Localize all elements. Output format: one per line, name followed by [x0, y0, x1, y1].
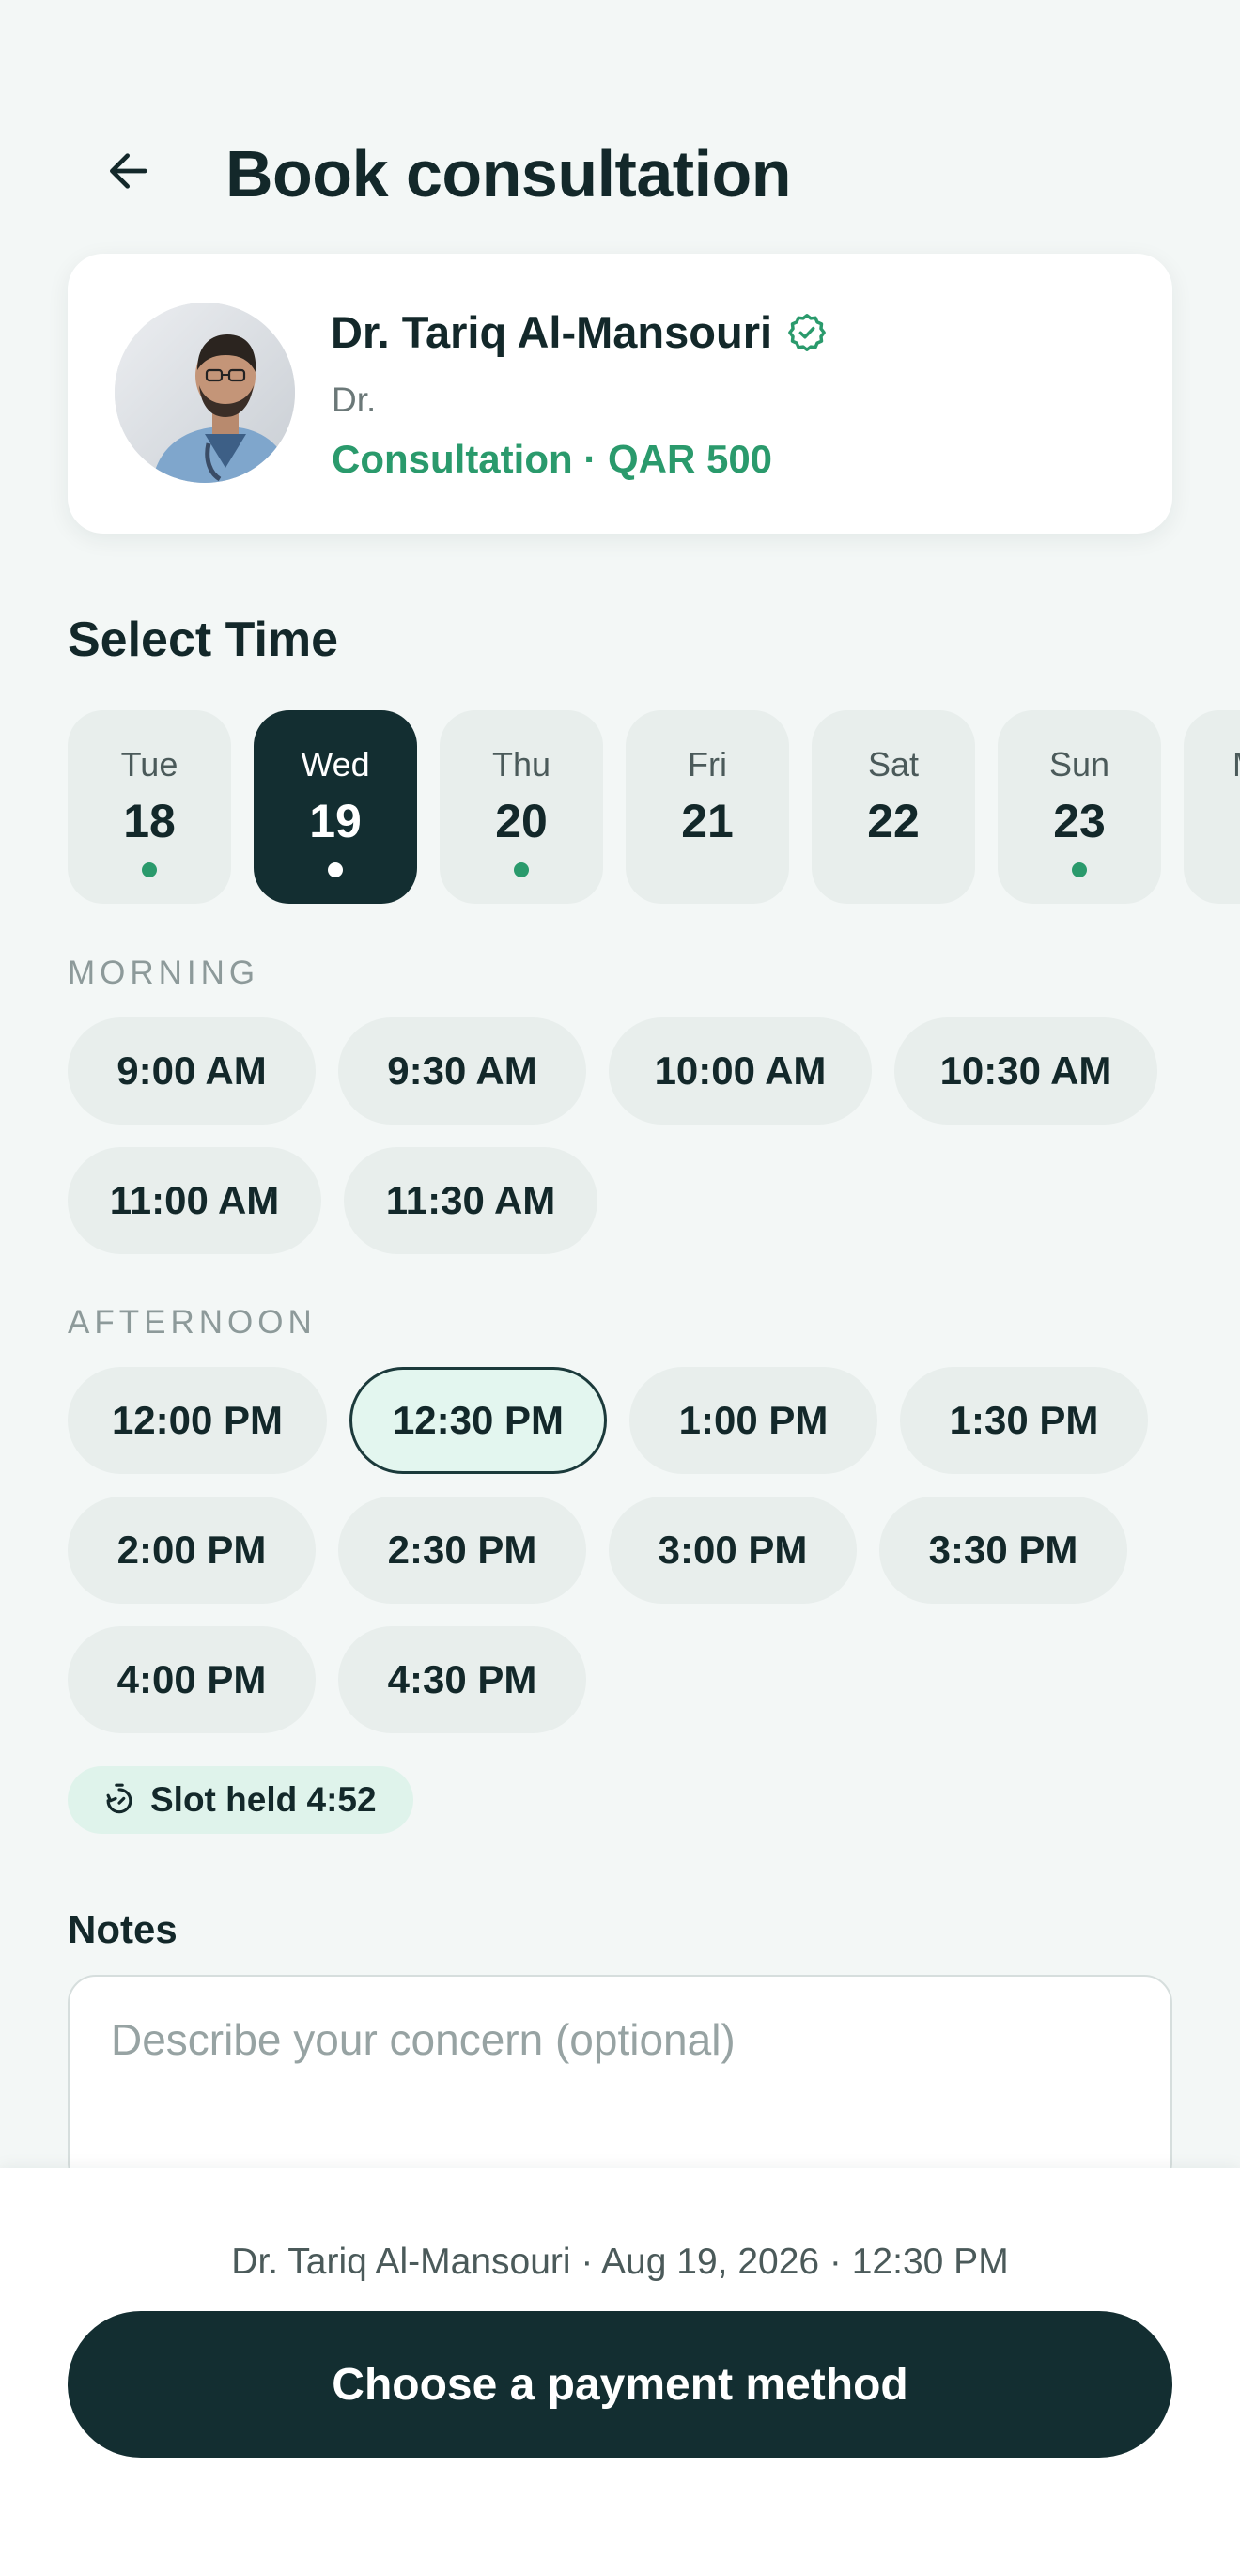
select-time-heading: Select Time [68, 613, 339, 667]
date-day: 24 [1184, 793, 1240, 849]
date-chip[interactable]: Thu 20 [440, 710, 603, 904]
date-weekday: Sat [867, 745, 920, 784]
date-chip[interactable]: Sat 22 [812, 710, 975, 904]
header: Book consultation [0, 103, 1240, 225]
choose-payment-button[interactable]: Choose a payment method [68, 2311, 1172, 2458]
time-slot[interactable]: 3:00 PM [609, 1497, 857, 1604]
date-day: 22 [867, 795, 920, 847]
time-slot[interactable]: 4:00 PM [68, 1626, 316, 1733]
verified-badge-icon [788, 314, 826, 351]
time-slot[interactable]: 10:30 AM [894, 1017, 1157, 1125]
time-slot[interactable]: 9:00 AM [68, 1017, 316, 1125]
date-weekday: Tue [120, 745, 178, 784]
date-day: 21 [681, 795, 734, 847]
notes-input[interactable] [68, 1975, 1172, 2191]
availability-dot [514, 862, 529, 877]
time-slot[interactable]: 4:30 PM [338, 1626, 586, 1733]
timer-icon [106, 1783, 132, 1814]
time-slot-selected[interactable]: 12:30 PM [349, 1367, 607, 1474]
consultation-fee: Consultation · QAR 500 [332, 437, 773, 481]
slot-hold-badge: Slot held 4:52 [68, 1766, 413, 1834]
date-chip[interactable]: Mon 24 [1184, 710, 1240, 904]
date-chip[interactable]: Tue 18 [68, 710, 231, 904]
time-slot[interactable]: 3:30 PM [879, 1497, 1127, 1604]
date-chip[interactable]: Sun 23 [998, 710, 1161, 904]
availability-dot [1072, 862, 1087, 877]
time-slot[interactable]: 9:30 AM [338, 1017, 586, 1125]
time-slot[interactable]: 10:00 AM [609, 1017, 872, 1125]
arrow-left-icon [110, 153, 147, 189]
doctor-title: Dr. [332, 380, 377, 419]
morning-label: MORNING [68, 954, 260, 991]
date-day: 18 [123, 795, 176, 847]
time-slot[interactable]: 2:00 PM [68, 1497, 316, 1604]
date-weekday: Sun [1048, 745, 1110, 784]
time-slot[interactable]: 1:00 PM [629, 1367, 877, 1474]
time-slot[interactable]: 11:30 AM [344, 1147, 597, 1254]
slot-hold-text: Slot held 4:52 [150, 1780, 377, 1819]
date-day: 19 [309, 795, 362, 847]
time-slot[interactable]: 12:00 PM [68, 1367, 327, 1474]
booking-summary: Dr. Tariq Al-Mansouri · Aug 19, 2026 · 1… [231, 2242, 1009, 2282]
page-title: Book consultation [225, 137, 792, 210]
date-strip[interactable]: Tue 18 Wed 19 Thu 20 Fri 21 Sat 22 Sun 2… [68, 710, 1240, 904]
bottom-bar: Dr. Tariq Al-Mansouri · Aug 19, 2026 · 1… [0, 2168, 1240, 2576]
notes-label: Notes [68, 1907, 178, 1951]
avatar [115, 303, 295, 483]
date-weekday: Fri [688, 745, 727, 784]
time-slot[interactable]: 1:30 PM [900, 1367, 1148, 1474]
date-weekday: Thu [491, 745, 551, 784]
date-day: 23 [1053, 795, 1106, 847]
doctor-name: Dr. Tariq Al-Mansouri [331, 307, 773, 357]
doctor-name-row: Dr. Tariq Al-Mansouri [331, 303, 829, 363]
back-button[interactable] [92, 133, 167, 209]
date-weekday: Mon [1184, 744, 1240, 785]
time-slot[interactable]: 2:30 PM [338, 1497, 586, 1604]
availability-dot [142, 862, 157, 877]
afternoon-label: AFTERNOON [68, 1304, 317, 1341]
doctor-card: Dr. Tariq Al-Mansouri Dr. Consultation ·… [68, 254, 1172, 534]
date-chip[interactable]: Fri 21 [626, 710, 789, 904]
availability-dot [328, 862, 343, 877]
time-slot[interactable]: 11:00 AM [68, 1147, 321, 1254]
date-day: 20 [495, 795, 548, 847]
date-chip-selected[interactable]: Wed 19 [254, 710, 417, 904]
date-weekday: Wed [301, 745, 370, 784]
